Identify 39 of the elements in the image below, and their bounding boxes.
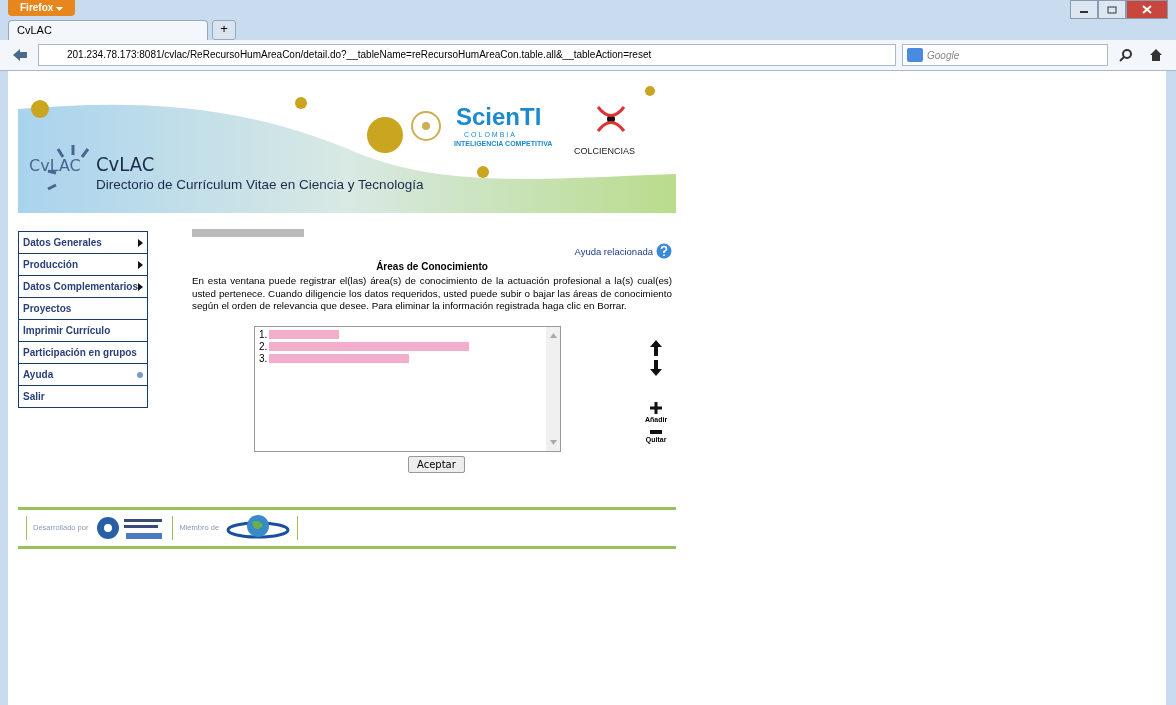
menu-item[interactable]: Salir <box>19 386 147 407</box>
list-item[interactable]: 1. <box>259 328 470 340</box>
menu-item[interactable]: Participación en grupos <box>19 342 147 364</box>
section-heading: Áreas de Conocimiento <box>375 261 489 272</box>
move-down-icon[interactable] <box>650 359 663 376</box>
menu-item[interactable]: Ayuda <box>19 364 147 386</box>
menu-item[interactable]: Imprimir Currículo <box>19 320 147 342</box>
move-up-icon[interactable] <box>650 339 663 356</box>
submenu-arrow-icon <box>138 260 143 269</box>
help-dot-icon <box>137 371 143 378</box>
close-button[interactable] <box>1126 0 1168 19</box>
browser-tab[interactable]: CvLAC <box>8 20 208 40</box>
plus-icon <box>650 401 663 414</box>
site-subtitle: Directorio de Currículum Vitae en Ciencia y Tecnología <box>96 177 424 192</box>
minus-icon <box>650 429 663 434</box>
menu-item[interactable]: Proyectos <box>19 298 147 320</box>
submenu-arrow-icon <box>138 238 143 247</box>
new-tab-button[interactable]: + <box>212 20 236 40</box>
description-text: En esta ventana puede registrar el(las) área(s) de conocimiento de la actuación profesional a la(s) cual(es) usted pertenece. Cuando diligencie los datos requeridos, usted puede subir o bajar las áreas de conocimiento según el orden de relevancia que desee. Para eliminar la información registrada haga clic en Borrar. <box>192 275 672 313</box>
back-arrow-icon <box>12 48 28 62</box>
search-engine-icon <box>907 48 923 62</box>
close-icon <box>1142 5 1152 14</box>
address-bar[interactable]: 201.234.78.173:8081/cvlac/ReRecursoHumAreaCon/detail.do?__tableName=reRecursoHumAreaCon.table.all&__tableAction=reset <box>38 44 896 66</box>
logo-text: CvLAC <box>29 156 81 175</box>
maximize-icon <box>1107 5 1117 14</box>
areas-listbox[interactable]: 1. 2. 3. <box>254 325 561 452</box>
minimize-button[interactable] <box>1070 0 1098 19</box>
menu-item[interactable]: Datos Complementarios <box>19 276 147 298</box>
menu-item[interactable]: Datos Generales <box>19 232 147 254</box>
search-field[interactable]: Google <box>902 44 1108 66</box>
site-title: CvLAC <box>96 152 155 176</box>
help-link[interactable]: Ayuda relacionada <box>574 245 653 257</box>
caret-icon <box>56 7 64 11</box>
partner-name: ScienTI <box>456 103 542 131</box>
menu-item[interactable]: Producción <box>19 254 147 276</box>
submenu-arrow-icon <box>138 282 143 291</box>
sponsor-name: COLCIENCIAS <box>574 146 635 156</box>
accept-button[interactable]: Aceptar <box>408 455 465 473</box>
help-icon[interactable] <box>656 243 672 259</box>
